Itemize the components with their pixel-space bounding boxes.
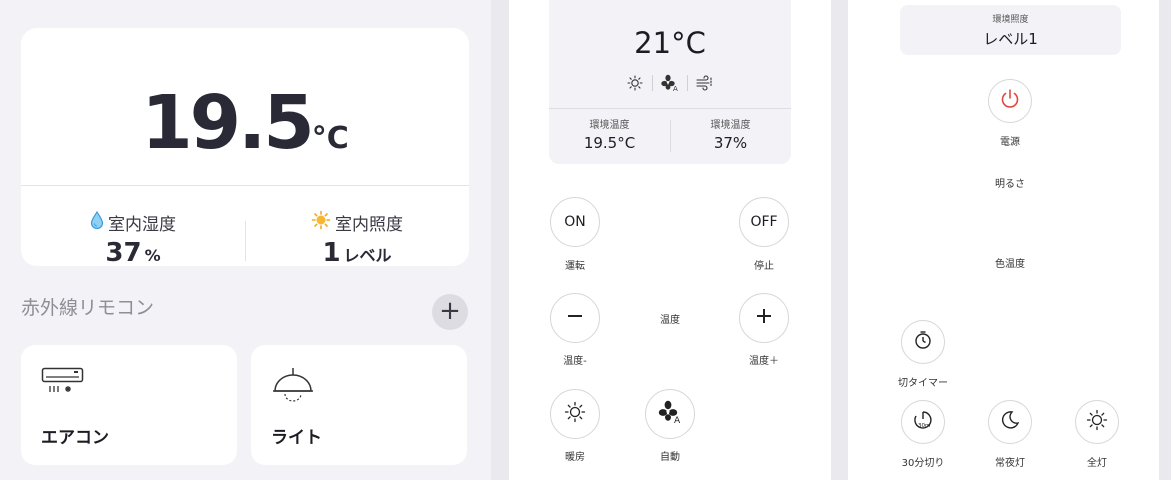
- full-light-label: 全灯: [1087, 458, 1107, 469]
- sun-icon: [564, 401, 586, 427]
- fan-auto-icon: A: [658, 400, 682, 428]
- humidity-value: 37: [105, 238, 142, 268]
- env-value: 37%: [713, 134, 748, 152]
- device-name: エアコン: [41, 428, 109, 448]
- mode-indicators: A: [549, 72, 791, 94]
- env-value: 19.5°C: [583, 134, 636, 152]
- temp-up-button[interactable]: [739, 293, 789, 343]
- env-label: 環境温度: [589, 120, 630, 131]
- home-panel: 19.5°C 室内湿度 37% 室内照度 1 レベル 赤外線リモコン + エアコ…: [0, 0, 491, 480]
- illuminance-value: 1: [322, 238, 341, 268]
- divider: [549, 108, 791, 109]
- aircon-remote-panel: 21°C A 環境温度 19.5°C 環境温度 37% ON 運転 OFF 停止…: [509, 0, 831, 480]
- on-button[interactable]: ON: [550, 197, 600, 247]
- device-card-light[interactable]: ライト: [251, 345, 467, 465]
- temp-up-label: 温度＋: [749, 356, 779, 367]
- temp-down-label: 温度-: [563, 356, 587, 367]
- timer-icon: [913, 330, 933, 354]
- aircon-status-card: 21°C A 環境温度 19.5°C 環境温度 37%: [549, 0, 791, 164]
- sun-icon: [1086, 409, 1108, 435]
- temp-down-button[interactable]: [550, 293, 600, 343]
- temperature-value: 19.5: [141, 80, 315, 166]
- env-humidity: 環境温度 37%: [670, 116, 791, 152]
- off-button[interactable]: OFF: [739, 197, 789, 247]
- illuminance-label: 室内照度: [335, 214, 403, 235]
- plus-icon: [755, 307, 773, 329]
- illuminance-unit: レベル: [343, 246, 392, 265]
- sun-icon: [618, 72, 652, 94]
- air-conditioner-icon: [41, 367, 85, 401]
- humidity-stat: 室内湿度 37%: [21, 210, 245, 268]
- illuminance-status-card: 環境照度 レベル1: [900, 5, 1121, 55]
- minus-icon: [566, 307, 584, 329]
- ceiling-light-icon: [271, 367, 315, 411]
- auto-label: 自動: [660, 452, 680, 463]
- night-light-button[interactable]: [988, 400, 1032, 444]
- humidity-unit: %: [144, 246, 161, 265]
- heat-button[interactable]: [550, 389, 600, 439]
- full-light-button[interactable]: [1075, 400, 1119, 444]
- brightness-label: 明るさ: [995, 179, 1025, 190]
- timer-30min-button[interactable]: 30m: [901, 400, 945, 444]
- color-temp-label: 色温度: [995, 259, 1025, 270]
- auto-button[interactable]: A: [645, 389, 695, 439]
- add-remote-button[interactable]: +: [432, 294, 468, 330]
- sun-icon: [311, 210, 331, 235]
- water-drop-icon: [90, 210, 104, 234]
- moon-icon: [1000, 410, 1020, 434]
- lux-label: 環境照度: [992, 15, 1029, 25]
- light-remote-panel: 環境照度 レベル1 電源 明るさ 色温度 切タイマー 30m 30分切り 常夜灯…: [848, 0, 1159, 480]
- lux-value: レベル1: [983, 30, 1038, 48]
- svg-text:A: A: [674, 416, 681, 424]
- svg-text:30m: 30m: [918, 423, 930, 429]
- room-temperature: 19.5°C: [21, 80, 469, 166]
- power-icon: [999, 88, 1021, 114]
- power-label: 電源: [1000, 137, 1020, 148]
- set-temperature: 21°C: [634, 26, 706, 60]
- temperature-unit: °C: [311, 121, 349, 156]
- device-card-aircon[interactable]: エアコン: [21, 345, 237, 465]
- temp-label: 温度: [660, 315, 680, 326]
- off-timer-button[interactable]: [901, 320, 945, 364]
- env-temperature: 環境温度 19.5°C: [549, 116, 670, 152]
- illuminance-stat: 室内照度 1 レベル: [245, 210, 469, 268]
- off-label: 停止: [754, 261, 774, 272]
- power-button[interactable]: [988, 79, 1032, 123]
- humidity-label: 室内湿度: [108, 214, 176, 235]
- divider: [21, 185, 469, 186]
- section-title-ir-remote: 赤外線リモコン: [21, 297, 155, 319]
- device-name: ライト: [271, 428, 322, 448]
- sensor-card: 19.5°C 室内湿度 37% 室内照度 1 レベル: [21, 28, 469, 268]
- heat-label: 暖房: [565, 452, 585, 463]
- on-label: 運転: [565, 261, 585, 272]
- off-timer-label: 切タイマー: [898, 378, 948, 389]
- fan-auto-icon: A: [653, 72, 687, 94]
- svg-text:A: A: [673, 85, 678, 92]
- wind-icon: [688, 72, 722, 94]
- timer-30m-icon: 30m: [912, 409, 934, 435]
- env-label: 環境温度: [710, 120, 751, 131]
